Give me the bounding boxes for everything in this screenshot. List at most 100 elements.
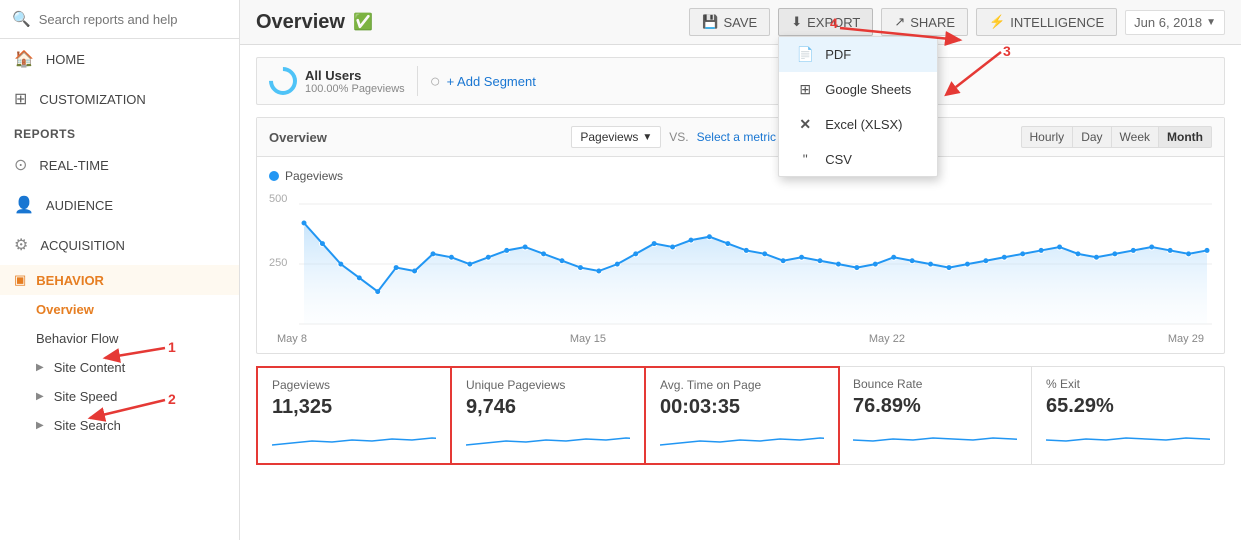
sidebar-subitem-overview[interactable]: Overview [0,295,239,324]
time-tab-week[interactable]: Week [1111,126,1159,148]
segment-sub: 100.00% Pageviews [305,83,405,95]
stat-unique-pageviews: Unique Pageviews 9,746 [450,366,646,465]
export-button[interactable]: ⬇ EXPORT [778,8,873,36]
segment-bar: All Users 100.00% Pageviews ○ + Add Segm… [256,57,1225,105]
overview-title: Overview [269,130,327,145]
share-icon: ↗ [894,14,905,30]
overview-panel: Overview Pageviews ▼ VS. Select a metric… [256,117,1225,354]
stat-exit-value: 65.29% [1046,395,1210,418]
sidebar-audience-label: AUDIENCE [46,198,113,213]
sidebar-subitem-behavior-flow[interactable]: Behavior Flow [0,324,239,353]
intelligence-label: INTELLIGENCE [1010,15,1104,30]
audience-icon: 👤 [14,195,34,215]
sidebar-behaviorflow-label: Behavior Flow [36,331,118,346]
csv-icon: " [795,151,815,167]
export-pdf-label: PDF [825,47,851,62]
time-tabs: Hourly Day Week Month [1021,126,1212,148]
search-icon: 🔍 [12,10,31,28]
add-segment-label: + Add Segment [447,74,536,89]
add-segment-btn[interactable]: ○ + Add Segment [430,71,536,92]
export-csv[interactable]: " CSV [779,142,937,176]
export-icon: ⬇ [791,14,802,30]
stat-exit-label: % Exit [1046,377,1210,391]
chevron-right-icon: ▶ [36,362,44,373]
export-menu: 📄 PDF ⊞ Google Sheets ✕ Excel (XLSX) " C… [778,36,938,177]
stat-bounce-rate: Bounce Rate 76.89% [839,367,1032,464]
sidebar-behavior-label: BEHAVIOR [36,273,104,288]
y-label-500: 500 [269,193,287,205]
sidebar-item-customization-label: CUSTOMIZATION [39,92,145,107]
behavior-icon: ▣ [14,272,26,288]
sidebar-acquisition-label: ACQUISITION [40,238,125,253]
mini-chart-avgtime [660,425,824,453]
date-range-chevron: ▼ [1206,17,1216,28]
export-dropdown: ⬇ EXPORT 📄 PDF ⊞ Google Sheets ✕ Excel (… [778,8,873,36]
add-segment-icon: ○ [430,71,441,92]
export-google-sheets[interactable]: ⊞ Google Sheets [779,72,937,107]
export-pdf[interactable]: 📄 PDF [779,37,937,72]
reports-section-label: Reports [0,119,239,145]
sidebar-item-realtime[interactable]: ⊙ REAL-TIME [0,145,239,185]
stat-pageviews-label: Pageviews [272,378,436,392]
stat-avg-time: Avg. Time on Page 00:03:35 [644,366,840,465]
legend-dot [269,171,279,181]
sidebar-sitecontent-label: Site Content [54,360,126,375]
sidebar-item-home[interactable]: 🏠 HOME [0,39,239,79]
all-users-segment: All Users 100.00% Pageviews [269,67,405,95]
share-label: SHARE [910,15,955,30]
sidebar-item-audience[interactable]: 👤 AUDIENCE [0,185,239,225]
sidebar-subitem-site-content[interactable]: ▶ Site Content [0,353,239,382]
stat-bounce-value: 76.89% [853,395,1017,418]
stat-avgtime-label: Avg. Time on Page [660,378,824,392]
sidebar-item-home-label: HOME [46,52,85,67]
stat-unique-value: 9,746 [466,396,630,419]
save-label: SAVE [723,15,757,30]
export-label: EXPORT [807,15,860,30]
metric-label: Pageviews [580,130,638,144]
chart-area: Pageviews 500 250 [257,157,1224,353]
save-button[interactable]: 💾 SAVE [689,8,770,36]
sidebar-item-customization[interactable]: ⊞ CUSTOMIZATION [0,79,239,119]
export-sheets-label: Google Sheets [825,82,911,97]
mini-chart-unique [466,425,630,453]
date-may22: May 22 [869,333,905,345]
stats-row: Pageviews 11,325 Unique Pageviews 9,746 … [256,366,1225,465]
date-range[interactable]: Jun 6, 2018 ▼ [1125,10,1225,35]
chart-dates: May 8 May 15 May 22 May 29 [269,329,1212,345]
y-label-250: 250 [269,257,287,269]
time-tab-month[interactable]: Month [1158,126,1212,148]
sidebar-subitem-site-speed[interactable]: ▶ Site Speed [0,382,239,411]
stat-pageviews: Pageviews 11,325 [256,366,452,465]
save-icon: 💾 [702,14,718,30]
sidebar-item-behavior[interactable]: ▣ BEHAVIOR [0,265,239,295]
sidebar-item-acquisition[interactable]: ⚙ ACQUISITION [0,225,239,265]
vs-label: VS. [669,130,688,144]
export-excel-label: Excel (XLSX) [825,117,902,132]
search-input[interactable] [39,12,227,27]
stat-pageviews-value: 11,325 [272,396,436,419]
stat-avgtime-value: 00:03:35 [660,396,824,419]
page-title-text: Overview [256,11,345,34]
metric-select[interactable]: Pageviews ▼ [571,126,661,148]
mini-chart-bounce [853,424,1017,452]
stat-pct-exit: % Exit 65.29% [1032,367,1224,464]
metric-chevron: ▼ [642,132,652,143]
legend-label: Pageviews [285,169,343,183]
export-csv-label: CSV [825,152,852,167]
mini-chart-exit [1046,424,1210,452]
date-may29: May 29 [1168,333,1204,345]
export-excel[interactable]: ✕ Excel (XLSX) [779,107,937,142]
overview-header: Overview Pageviews ▼ VS. Select a metric… [257,118,1224,157]
chart-wrapper: 500 250 [269,189,1212,329]
title-badge-icon: ✅ [353,12,373,32]
search-bar[interactable]: 🔍 [0,0,239,39]
select-metric-link[interactable]: Select a metric [697,130,776,144]
share-button[interactable]: ↗ SHARE [881,8,968,36]
sidebar: 🔍 🏠 HOME ⊞ CUSTOMIZATION Reports ⊙ REAL-… [0,0,240,540]
intelligence-button[interactable]: ⚡ INTELLIGENCE [976,8,1117,36]
time-tab-hourly[interactable]: Hourly [1021,126,1074,148]
time-tab-day[interactable]: Day [1072,126,1111,148]
main-content: Overview ✅ 💾 SAVE ⬇ EXPORT 📄 PDF ⊞ Googl… [240,0,1241,540]
sidebar-subitem-site-search[interactable]: ▶ Site Search [0,411,239,440]
chevron-right-icon3: ▶ [36,420,44,431]
